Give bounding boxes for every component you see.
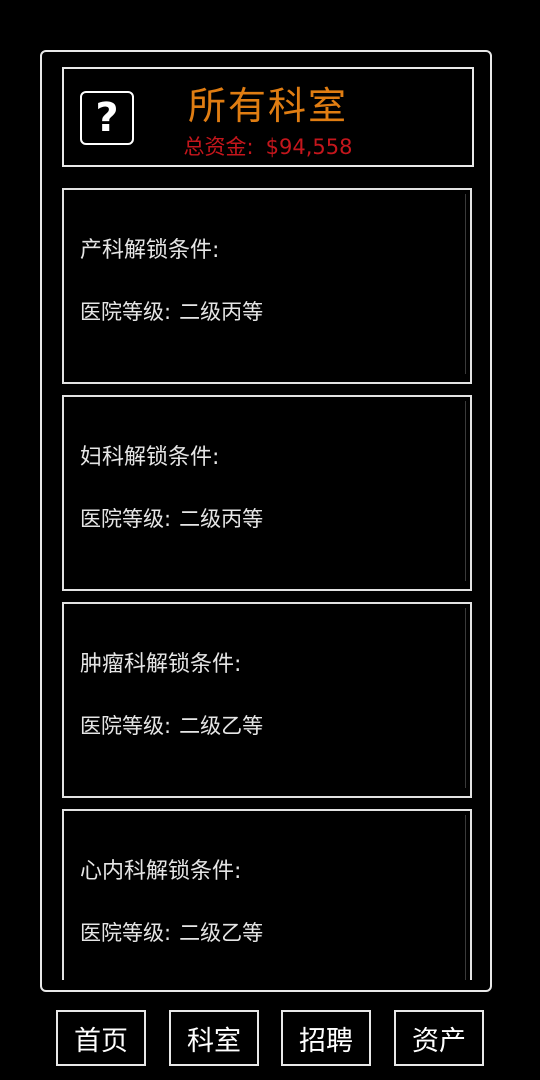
nav-recruit-button[interactable]: 招聘	[281, 1010, 371, 1066]
department-card-cardiology[interactable]: 心内科解锁条件: 医院等级: 二级乙等	[62, 809, 472, 980]
bottom-navigation: 首页 科室 招聘 资产	[0, 1010, 540, 1068]
department-card-gynecology[interactable]: 妇科解锁条件: 医院等级: 二级丙等	[62, 395, 472, 591]
nav-assets-button[interactable]: 资产	[394, 1010, 484, 1066]
requirement-value: 二级丙等	[179, 300, 264, 324]
requirement-label: 医院等级:	[80, 714, 172, 738]
funds-value: $94,558	[265, 135, 353, 159]
requirement-label: 医院等级:	[80, 507, 172, 531]
department-requirement: 医院等级: 二级丙等	[80, 296, 263, 326]
department-unlock-title: 妇科解锁条件:	[80, 445, 220, 470]
department-unlock-title: 心内科解锁条件:	[80, 859, 242, 884]
requirement-value: 二级乙等	[179, 714, 264, 738]
department-requirement: 医院等级: 二级丙等	[80, 503, 263, 533]
nav-home-button[interactable]: 首页	[56, 1010, 146, 1066]
department-card-oncology[interactable]: 肿瘤科解锁条件: 医院等级: 二级乙等	[62, 602, 472, 798]
department-requirement: 医院等级: 二级乙等	[80, 917, 263, 947]
total-funds: 总资金: $94,558	[64, 131, 472, 161]
header-box: ? 所有科室 总资金: $94,558	[62, 67, 474, 167]
department-panel: ? 所有科室 总资金: $94,558 产科解锁条件: 医院等级: 二级丙等 妇科解…	[40, 50, 492, 992]
department-list[interactable]: 产科解锁条件: 医院等级: 二级丙等 妇科解锁条件: 医院等级: 二级丙等 肿瘤科解…	[62, 188, 472, 980]
nav-departments-button[interactable]: 科室	[169, 1010, 259, 1066]
requirement-value: 二级丙等	[179, 507, 264, 531]
department-requirement: 医院等级: 二级乙等	[80, 710, 263, 740]
requirement-label: 医院等级:	[80, 300, 172, 324]
page-title: 所有科室	[187, 84, 348, 128]
requirement-value: 二级乙等	[179, 921, 264, 945]
requirement-label: 医院等级:	[80, 921, 172, 945]
department-unlock-title: 产科解锁条件:	[80, 238, 220, 263]
department-unlock-title: 肿瘤科解锁条件:	[80, 652, 242, 677]
funds-label: 总资金:	[183, 135, 254, 159]
department-card-obstetrics[interactable]: 产科解锁条件: 医院等级: 二级丙等	[62, 188, 472, 384]
